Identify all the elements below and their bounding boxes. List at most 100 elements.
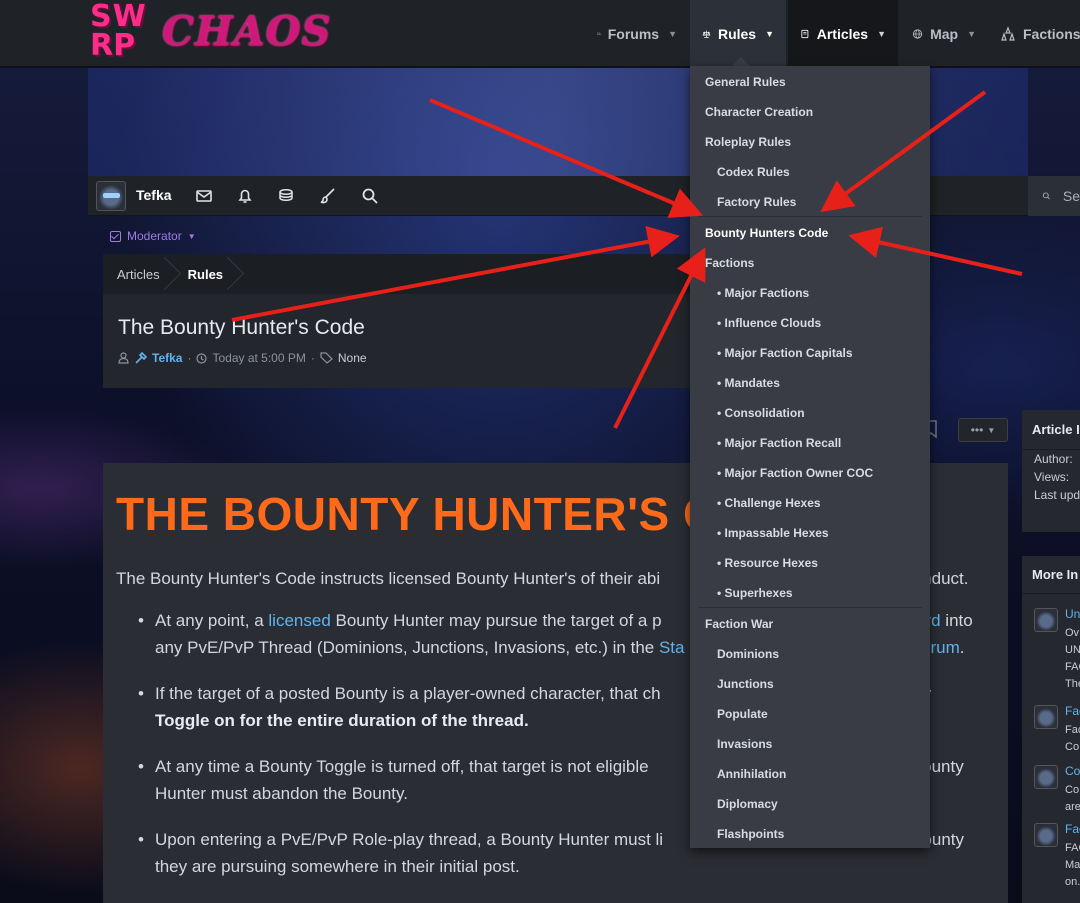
article-author[interactable]: Tefka — [152, 351, 182, 365]
user-icon — [118, 352, 129, 364]
avatar[interactable] — [96, 181, 126, 211]
menu-divider — [698, 607, 922, 608]
rules-menu-item[interactable]: Dominions — [690, 639, 930, 669]
rules-menu-item[interactable]: General Rules — [690, 67, 930, 97]
more-in-item-title[interactable]: Co — [1065, 763, 1080, 780]
rules-menu-item[interactable]: • Superhexes — [690, 578, 930, 608]
rules-menu-item[interactable]: Factions — [690, 248, 930, 278]
nav-factions[interactable]: Factions — [988, 0, 1080, 67]
rules-menu-item[interactable]: Flashpoints — [690, 819, 930, 849]
more-label: ••• — [970, 423, 984, 437]
search-placeholder: Se — [1062, 188, 1080, 204]
book-icon — [801, 29, 809, 38]
rules-menu-item[interactable]: • Major Factions — [690, 278, 930, 308]
rules-menu-item[interactable]: Roleplay Rules — [690, 127, 930, 157]
more-in-item-text: Co — [1065, 741, 1080, 753]
text-span: Bounty Hunter may pursue the target of a… — [330, 611, 662, 630]
more-options-button[interactable]: ••• ▼ — [958, 418, 1008, 442]
logo-rp: RP — [90, 28, 136, 63]
more-in-item-text: are — [1065, 801, 1080, 813]
menu-divider — [698, 216, 922, 217]
site-logo[interactable]: SW RP CHAOS — [88, 2, 332, 64]
more-in-item[interactable]: Un Ov UN FAC The — [1034, 606, 1080, 701]
avatar — [1034, 705, 1058, 729]
text-span: At any time a Bounty Toggle is turned of… — [155, 757, 649, 776]
rules-menu-item[interactable]: Populate — [690, 699, 930, 729]
rules-menu-item[interactable]: • Major Faction Capitals — [690, 338, 930, 368]
envelope-icon[interactable] — [194, 186, 214, 206]
article-date[interactable]: Today at 5:00 PM — [212, 351, 305, 365]
views-label: Views: — [1034, 470, 1070, 484]
rules-menu-item[interactable]: • Major Faction Recall — [690, 428, 930, 458]
moderator-menu[interactable]: Moderator ▼ — [110, 229, 196, 243]
chevron-down-icon[interactable]: ▼ — [877, 29, 886, 39]
bell-icon[interactable] — [235, 186, 255, 206]
rules-menu-item[interactable]: Faction War — [690, 609, 930, 639]
rules-menu-item[interactable]: Annihilation — [690, 759, 930, 789]
more-in-item-text: UN — [1065, 644, 1080, 656]
chevron-down-icon[interactable]: ▼ — [765, 29, 774, 39]
caret-down-icon: ▼ — [187, 231, 196, 241]
rules-menu-item[interactable]: • Influence Clouds — [690, 308, 930, 338]
more-in-title: More In — [1022, 556, 1080, 594]
moderator-label: Moderator — [127, 229, 182, 243]
rules-menu-item[interactable]: Junctions — [690, 669, 930, 699]
text-span: into — [940, 611, 973, 630]
more-in-item-title[interactable]: Fac — [1065, 703, 1080, 720]
nav-forums[interactable]: Forums ▼ — [585, 0, 689, 67]
chevron-down-icon[interactable]: ▼ — [668, 29, 677, 39]
username[interactable]: Tefka — [136, 187, 172, 203]
rules-menu-item[interactable]: Diplomacy — [690, 789, 930, 819]
search-icon[interactable] — [360, 186, 380, 206]
rules-menu-item[interactable]: • Resource Hexes — [690, 548, 930, 578]
nav-factions-label: Factions — [1023, 25, 1080, 42]
rules-menu-item[interactable]: • Consolidation — [690, 398, 930, 428]
rules-menu-item[interactable]: • Challenge Hexes — [690, 488, 930, 518]
breadcrumb-rules[interactable]: Rules — [174, 254, 237, 294]
dropdown-pointer — [732, 57, 750, 66]
rules-menu-item[interactable]: Factory Rules — [690, 187, 930, 217]
globe-icon — [912, 28, 923, 39]
article-tags: None — [337, 351, 367, 365]
more-in-item-text: The — [1065, 678, 1080, 690]
chevron-down-icon[interactable]: ▼ — [967, 29, 976, 39]
logo-wordmark: CHAOS — [162, 8, 332, 55]
rules-menu-item[interactable]: Invasions — [690, 729, 930, 759]
more-in-item-title[interactable]: Un — [1065, 606, 1080, 623]
forum-link[interactable]: Sta — [659, 638, 685, 657]
rules-menu-item[interactable]: Bounty Hunters Code — [690, 218, 930, 248]
clock-icon — [196, 352, 208, 364]
more-in-item-title[interactable]: Fac — [1065, 821, 1080, 838]
checkbox-icon — [110, 230, 121, 242]
text-span: Upon entering a PvE/PvP Role-play thread… — [155, 830, 664, 849]
rules-menu-item[interactable]: • Major Faction Owner COC — [690, 458, 930, 488]
nav-articles[interactable]: Articles ▼ — [788, 0, 898, 67]
more-in-item-text: FAC — [1065, 842, 1080, 854]
forum-link-tail[interactable]: rum — [930, 638, 959, 657]
nav-map[interactable]: Map ▼ — [900, 0, 988, 67]
nav-articles-label: Articles — [816, 25, 869, 42]
paintbrush-icon[interactable] — [318, 186, 338, 206]
article-heading: THE BOUNTY HUNTER'S C — [116, 488, 717, 540]
faction-icon — [1001, 25, 1015, 41]
licensed-link[interactable]: licensed — [268, 611, 330, 630]
rules-menu-item[interactable]: Codex Rules — [690, 157, 930, 187]
article-meta: Tefka · Today at 5:00 PM · None — [118, 351, 367, 365]
breadcrumb-articles[interactable]: Articles — [103, 254, 174, 294]
more-in-item-text: Ma — [1065, 859, 1080, 871]
meta-separator: · — [187, 351, 192, 365]
rules-menu-item[interactable]: Character Creation — [690, 97, 930, 127]
balance-scale-icon — [702, 30, 711, 38]
rules-menu-item[interactable]: • Mandates — [690, 368, 930, 398]
article-header: The Bounty Hunter's Code Tefka · Today a… — [103, 294, 693, 388]
more-in-item[interactable]: Fac FAC Ma on. — [1034, 821, 1080, 901]
hammer-icon — [135, 351, 147, 364]
user-bar: Tefka Se — [88, 176, 1080, 216]
list-line: they are pursuing somewhere in their ini… — [155, 857, 520, 876]
more-in-item[interactable]: Fac Fac Co — [1034, 703, 1080, 763]
coins-icon[interactable] — [276, 186, 296, 206]
rules-menu-item[interactable]: • Impassable Hexes — [690, 518, 930, 548]
search-box[interactable]: Se — [1028, 176, 1080, 216]
top-navbar: SW RP CHAOS Forums ▼ Rules ▼ Articles ▼ … — [0, 0, 1080, 67]
more-in-item[interactable]: Co Co are — [1034, 763, 1080, 823]
